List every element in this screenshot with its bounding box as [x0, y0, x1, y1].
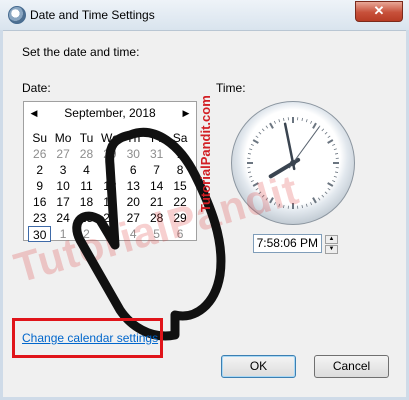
calendar-day[interactable]: 26: [28, 146, 51, 162]
minute-tick: [250, 143, 254, 146]
minute-tick: [258, 131, 262, 135]
minute-tick: [324, 131, 328, 135]
minute-tick: [334, 171, 339, 173]
calendar-day[interactable]: 16: [28, 194, 51, 210]
calendar-day[interactable]: 23: [28, 210, 51, 226]
weekday-header: Su: [32, 131, 48, 145]
minute-tick: [273, 120, 276, 124]
month-title[interactable]: September, 2018: [44, 106, 176, 120]
minute-tick: [283, 117, 285, 122]
cancel-button[interactable]: Cancel: [314, 355, 389, 378]
minute-tick: [278, 119, 281, 123]
next-month-icon[interactable]: ▶: [180, 106, 192, 120]
window-title: Date and Time Settings: [30, 8, 155, 22]
minute-tick: [317, 197, 321, 201]
date-label: Date:: [22, 81, 51, 95]
hour-tick: [312, 122, 317, 129]
minute-tick: [265, 125, 269, 129]
minute-tick: [321, 128, 325, 132]
minute-tick: [332, 143, 336, 146]
minute-tick: [301, 117, 303, 122]
minute-tick: [255, 135, 259, 139]
minute-tick: [332, 180, 336, 183]
time-label: Time:: [216, 81, 246, 95]
calendar-day[interactable]: 9: [28, 178, 51, 194]
hour-tick: [312, 197, 317, 204]
minute-tick: [247, 171, 252, 173]
hour-tick: [327, 139, 334, 144]
instruction-text: Set the date and time:: [22, 45, 140, 59]
time-field[interactable]: 7:58:06 PM: [253, 234, 322, 253]
window-frame-left: [0, 30, 3, 400]
logo-text: TutorialPandit.com: [198, 95, 213, 212]
minute-tick: [321, 194, 325, 198]
minute-tick: [334, 153, 339, 155]
time-down-button[interactable]: ▼: [325, 245, 338, 254]
minute-tick: [247, 153, 252, 155]
minute-tick: [333, 175, 337, 178]
hour-tick: [269, 122, 274, 129]
minute-tick: [305, 203, 308, 207]
minute-tick: [327, 187, 331, 191]
minute-tick: [249, 148, 253, 151]
prev-month-icon[interactable]: ◀: [28, 106, 40, 120]
minute-tick: [333, 148, 337, 151]
minute-tick: [310, 202, 313, 206]
minute-tick: [305, 119, 308, 123]
hour-tick: [327, 182, 334, 187]
calendar-day[interactable]: 2: [28, 162, 51, 178]
highlight-annotation: [12, 318, 163, 358]
hour-tick: [252, 139, 259, 144]
minute-tick: [310, 120, 313, 124]
close-button[interactable]: ✕: [355, 1, 403, 22]
minute-tick: [261, 128, 265, 132]
ok-button[interactable]: OK: [221, 355, 296, 378]
clock-icon: [8, 6, 26, 24]
brand-logo: TutorialPandit.com: [198, 95, 213, 212]
minute-tick: [327, 135, 331, 139]
minute-tick: [324, 191, 328, 195]
time-up-button[interactable]: ▲: [325, 235, 338, 244]
